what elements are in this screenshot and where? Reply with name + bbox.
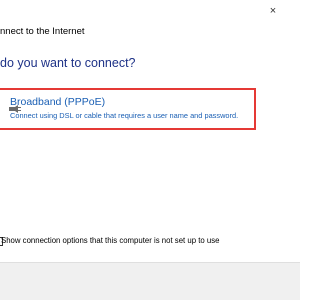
close-icon[interactable]: × (266, 4, 280, 18)
option-broadband-pppoe[interactable]: Broadband (PPPoE) Connect using DSL or c… (0, 88, 256, 130)
option-description: Connect using DSL or cable that requires… (10, 111, 239, 120)
option-title: Broadband (PPPoE) (10, 96, 106, 108)
title-bar: × (0, 0, 300, 26)
footer-bar (0, 262, 300, 300)
show-options-label: Show connection options that this comput… (1, 236, 220, 245)
wizard-title: nnect to the Internet (0, 26, 85, 37)
page-heading: do you want to connect? (0, 56, 136, 70)
